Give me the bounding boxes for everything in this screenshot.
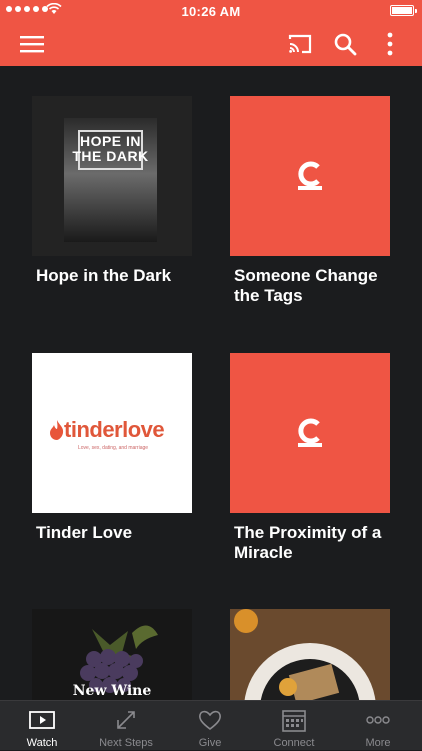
church-c-logo-icon: [230, 96, 390, 256]
series-card[interactable]: HOPE IN THE DARK Hope in the Dark: [32, 96, 192, 286]
battery-icon: [390, 5, 417, 16]
tab-connect[interactable]: Connect: [252, 701, 336, 751]
series-title: Tinder Love: [36, 523, 133, 542]
tab-watch[interactable]: Watch: [0, 701, 84, 751]
play-icon: [29, 711, 55, 729]
artwork-text: tinderlove: [64, 417, 165, 442]
tab-give[interactable]: Give: [168, 701, 252, 751]
series-card[interactable]: [230, 609, 390, 700]
series-card[interactable]: tinderlove Love, sex, dating, and marria…: [32, 353, 192, 543]
arrows-icon: [117, 711, 135, 729]
tab-more[interactable]: More: [336, 701, 420, 751]
artwork-text: New Wine: [72, 683, 152, 699]
artwork-subtext: Love, sex, dating, and marriage: [78, 445, 149, 451]
series-card[interactable]: Someone Change the Tags: [230, 96, 390, 306]
dinner-plate-artwork: [230, 609, 390, 700]
menu-icon[interactable]: [20, 34, 44, 54]
calendar-icon: [282, 710, 306, 732]
series-title: Hope in the Dark: [36, 266, 172, 285]
status-bar: 10:26 AM: [0, 0, 422, 22]
tab-label: Watch: [26, 737, 58, 749]
more-vertical-icon[interactable]: [380, 30, 400, 58]
artwork-text: HOPE IN THE DARK: [72, 133, 149, 164]
heart-icon: [199, 710, 221, 731]
church-c-logo-icon: [230, 353, 390, 513]
status-time: 10:26 AM: [181, 4, 241, 19]
series-title: The Proximity of a Miracle: [234, 523, 382, 562]
tab-label: Give: [198, 737, 222, 749]
tab-label: Next Steps: [99, 737, 153, 749]
ellipsis-icon: [366, 716, 390, 724]
series-card[interactable]: The Proximity of a Miracle: [230, 353, 390, 563]
series-title: Someone Change the Tags: [234, 266, 378, 305]
flame-icon: [50, 420, 64, 440]
app-bar: [0, 22, 422, 66]
search-icon[interactable]: [333, 32, 357, 56]
tab-label: Connect: [273, 737, 315, 749]
tab-next-steps[interactable]: Next Steps: [84, 701, 168, 751]
series-grid: HOPE IN THE DARK Hope in the Dark Someon…: [0, 66, 422, 700]
cast-icon[interactable]: [287, 32, 313, 56]
grapes-artwork: New Wine: [32, 609, 192, 700]
hope-in-the-dark-artwork: HOPE IN THE DARK: [32, 96, 192, 256]
series-card[interactable]: New Wine: [32, 609, 192, 700]
tinderlove-artwork: tinderlove Love, sex, dating, and marria…: [32, 353, 192, 513]
tab-bar: Watch Next Steps Give Connect More: [0, 700, 422, 750]
tab-label: More: [365, 737, 391, 749]
